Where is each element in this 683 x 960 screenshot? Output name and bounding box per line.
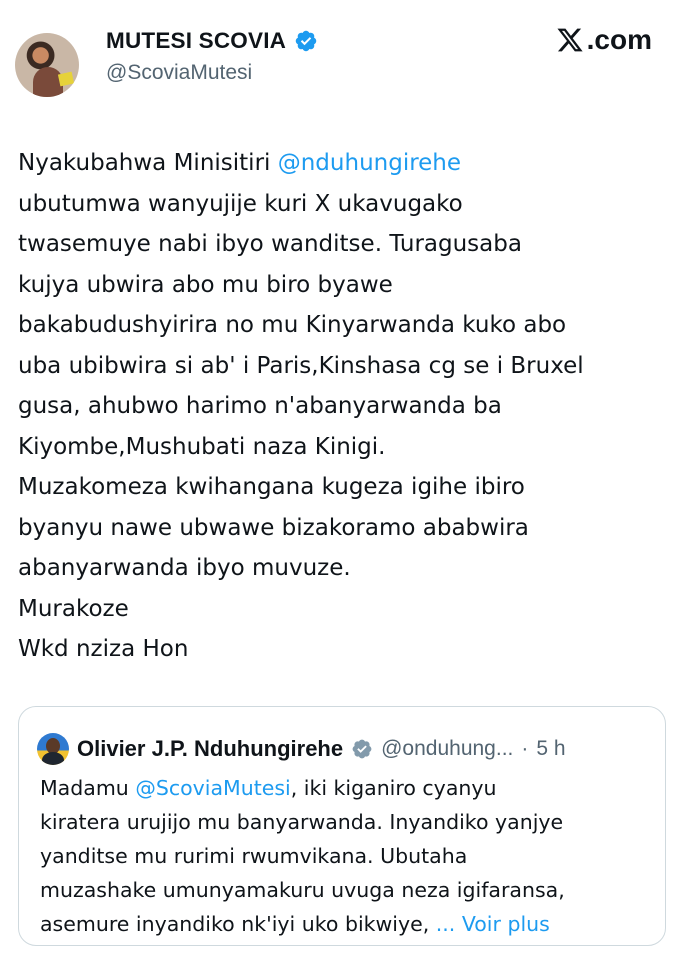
- site-domain: .com: [586, 24, 652, 55]
- text-line: twasemuye nabi ibyo wanditse. Turagusaba: [18, 224, 673, 265]
- text-line: ubutumwa wanyujije kuri X ukavugako: [18, 184, 673, 225]
- text-segment: asemure inyandiko nk'iyi uko bikwiye,: [40, 912, 436, 936]
- site-label: .com: [555, 24, 652, 56]
- voir-plus-link[interactable]: ... Voir plus: [436, 912, 550, 936]
- text-segment: ubutumwa wanyujije kuri X ukavugako: [18, 190, 463, 217]
- text-segment: byanyu nawe ubwawe bizakoramo ababwira: [18, 514, 529, 541]
- text-line: Kiyombe,Mushubati naza Kinigi.: [18, 427, 673, 468]
- text-line: bakabudushyirira no mu Kinyarwanda kuko …: [18, 305, 673, 346]
- text-line: muzashake umunyamakuru uvuga neza igifar…: [40, 873, 650, 907]
- meta-separator: ·: [521, 737, 529, 760]
- text-segment: , iki kiganiro cyanyu: [290, 776, 497, 800]
- text-segment: kujya ubwira abo mu biro byawe: [18, 271, 393, 298]
- quoted-tweet-body: Madamu @ScoviaMutesi, iki kiganiro cyany…: [40, 771, 650, 941]
- quoted-tweet-time[interactable]: 5 h: [536, 737, 565, 761]
- text-line: uba ubibwira si ab' i Paris,Kinshasa cg …: [18, 346, 673, 387]
- text-segment: uba ubibwira si ab' i Paris,Kinshasa cg …: [18, 352, 584, 379]
- text-line: abanyarwanda ibyo muvuze.: [18, 548, 673, 589]
- quoted-author-handle[interactable]: @onduhung...: [381, 737, 513, 761]
- text-line: asemure inyandiko nk'iyi uko bikwiye, ..…: [40, 907, 650, 941]
- text-segment: Madamu: [40, 776, 136, 800]
- quoted-author-avatar[interactable]: [37, 733, 69, 765]
- verified-badge-icon: [352, 739, 372, 759]
- text-line: kiratera urujijo mu banyarwanda. Inyandi…: [40, 805, 650, 839]
- text-segment: Wkd nziza Hon: [18, 636, 189, 662]
- tweet-body: Nyakubahwa Minisitiri @nduhungirehe ubutu…: [18, 143, 673, 670]
- text-segment: yanditse mu rurimi rwumvikana. Ubutaha: [40, 844, 468, 868]
- text-segment: Nyakubahwa Minisitiri: [18, 150, 278, 176]
- author-name-row: MUTESI SCOVIA: [106, 28, 318, 54]
- text-line: Muzakomeza kwihangana kugeza igihe ibiro: [18, 467, 673, 508]
- text-segment: muzashake umunyamakuru uvuga neza igifar…: [40, 878, 565, 902]
- text-segment: abanyarwanda ibyo muvuze.: [18, 555, 351, 581]
- text-line: Nyakubahwa Minisitiri @nduhungirehe: [18, 143, 673, 184]
- quoted-avatar-suit: [42, 752, 64, 765]
- mention-link[interactable]: @nduhungirehe: [278, 150, 461, 176]
- x-logo-icon: [557, 28, 583, 52]
- text-segment: bakabudushyirira no mu Kinyarwanda kuko …: [18, 312, 567, 338]
- mention-link[interactable]: @ScoviaMutesi: [135, 776, 290, 800]
- text-line: Madamu @ScoviaMutesi, iki kiganiro cyany…: [40, 771, 650, 805]
- author-avatar[interactable]: [15, 33, 79, 97]
- text-segment: Muzakomeza kwihangana kugeza igihe ibiro: [18, 474, 525, 500]
- text-line: byanyu nawe ubwawe bizakoramo ababwira: [18, 508, 673, 549]
- text-line: gusa, ahubwo harimo n'abanyarwanda ba: [18, 386, 673, 427]
- quoted-author-name[interactable]: Olivier J.P. Nduhungirehe: [77, 736, 343, 762]
- verified-badge-icon: [295, 30, 317, 52]
- tweet-header: MUTESI SCOVIA @ScoviaMutesi .com: [0, 0, 683, 100]
- text-segment: twasemuye nabi ibyo wanditse. Turagusaba: [18, 231, 522, 257]
- text-segment: Murakoze: [18, 595, 129, 622]
- text-line: yanditse mu rurimi rwumvikana. Ubutaha: [40, 839, 650, 873]
- text-line: kujya ubwira abo mu biro byawe: [18, 265, 673, 306]
- quoted-tweet-header: Olivier J.P. Nduhungirehe @onduhung... ·…: [37, 733, 566, 765]
- text-segment: gusa, ahubwo harimo n'abanyarwanda ba: [18, 393, 502, 419]
- author-name[interactable]: MUTESI SCOVIA: [106, 28, 286, 54]
- author-handle[interactable]: @ScoviaMutesi: [106, 61, 252, 85]
- quoted-tweet-card[interactable]: Olivier J.P. Nduhungirehe @onduhung... ·…: [18, 706, 666, 946]
- text-segment: kiratera urujijo mu banyarwanda. Inyandi…: [40, 810, 564, 834]
- text-line: Wkd nziza Hon: [18, 629, 673, 670]
- text-line: Murakoze: [18, 589, 673, 630]
- text-segment: Kiyombe,Mushubati naza Kinigi.: [18, 433, 386, 460]
- avatar-paper: [57, 71, 75, 87]
